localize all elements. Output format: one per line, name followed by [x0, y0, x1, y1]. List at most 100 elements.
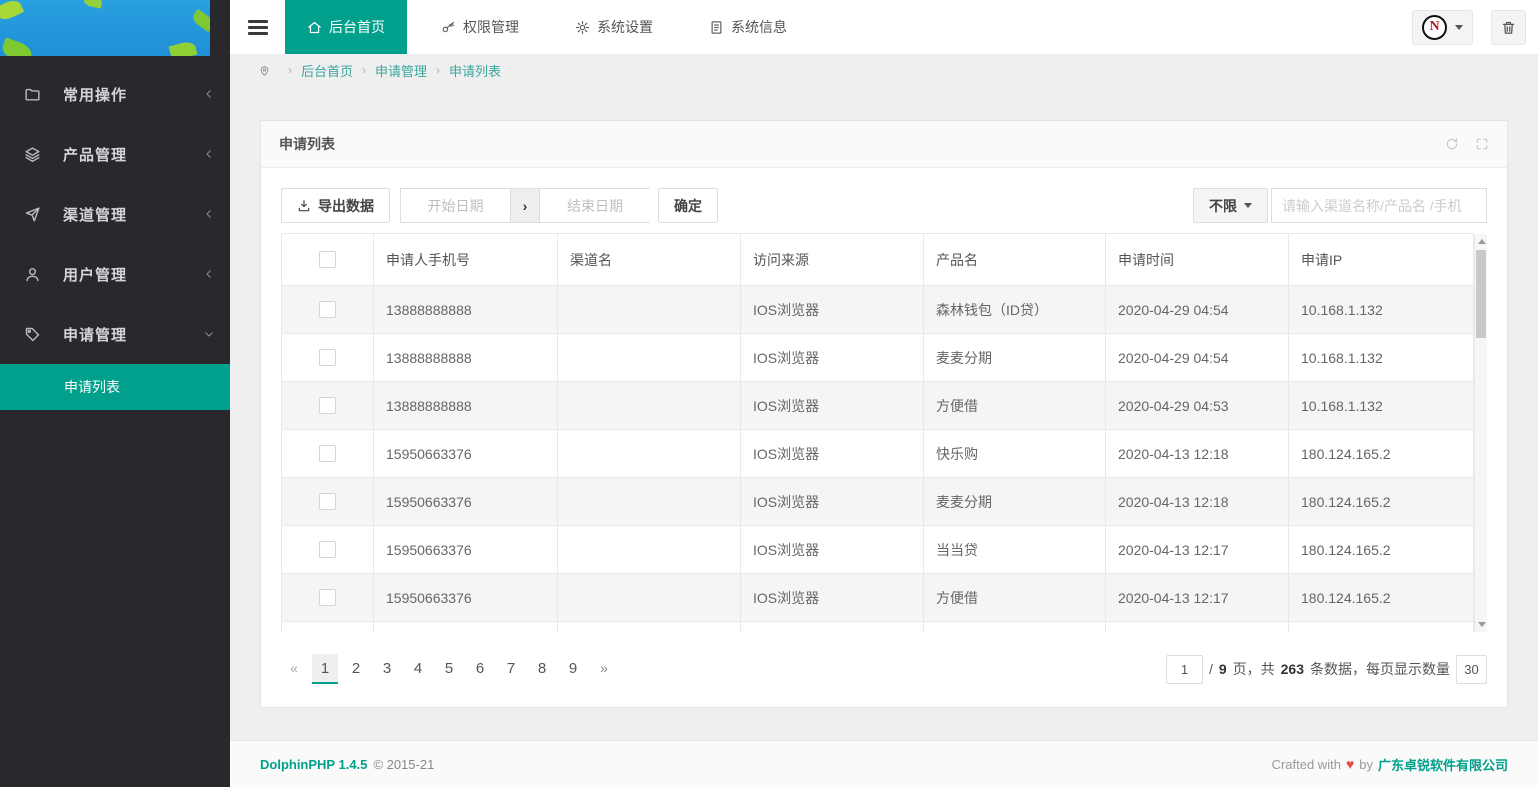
- chevron-down-icon: [1455, 25, 1463, 30]
- chevron-down-icon: [1244, 203, 1252, 208]
- pagination-prev-button[interactable]: «: [281, 654, 307, 684]
- hamburger-icon: [248, 17, 268, 38]
- row-checkbox[interactable]: [319, 397, 336, 414]
- topbar: 后台首页权限管理系统设置系统信息 N: [230, 0, 1538, 55]
- sidebar-item-3[interactable]: 用户管理: [0, 244, 230, 304]
- chevron-left-icon: [203, 268, 215, 280]
- row-checkbox[interactable]: [319, 541, 336, 558]
- topbar-actions: N: [1412, 0, 1538, 54]
- export-data-button[interactable]: 导出数据: [281, 188, 390, 223]
- pagination-page-2[interactable]: 2: [343, 654, 369, 684]
- table-cell: 2020-04-13 12:18: [1106, 478, 1289, 526]
- column-header: 申请时间: [1106, 234, 1289, 286]
- data-table-container: 申请人手机号渠道名访问来源产品名申请时间申请IP 13888888888IOS浏…: [281, 233, 1487, 633]
- pagination-page-8[interactable]: 8: [529, 654, 555, 684]
- select-all-checkbox[interactable]: [319, 251, 336, 268]
- sidebar-toggle-button[interactable]: [230, 0, 285, 54]
- tab-0[interactable]: 后台首页: [285, 0, 407, 54]
- pagination-page-3[interactable]: 3: [374, 654, 400, 684]
- pagination-info: / 9 页，共 263 条数据，每页显示数量: [1166, 655, 1487, 684]
- footer-brand[interactable]: DolphinPHP 1.4.5: [260, 757, 367, 772]
- confirm-button[interactable]: 确定: [658, 188, 718, 223]
- table-cell: [558, 574, 741, 622]
- table-cell: 10.168.1.132: [1289, 286, 1474, 334]
- folder-icon: [24, 86, 41, 103]
- row-checkbox[interactable]: [319, 301, 336, 318]
- row-checkbox[interactable]: [319, 349, 336, 366]
- sidebar-item-4[interactable]: 申请管理: [0, 304, 230, 364]
- user-menu-button[interactable]: N: [1412, 10, 1473, 45]
- pagination-page-9[interactable]: 9: [560, 654, 586, 684]
- table-cell: [558, 286, 741, 334]
- tab-2[interactable]: 系统设置: [553, 0, 675, 54]
- row-checkbox[interactable]: [319, 493, 336, 510]
- table-row-2: 13888888888IOS浏览器方便借2020-04-29 04:5310.1…: [282, 382, 1474, 430]
- filter-dropdown-button[interactable]: 不限: [1193, 188, 1268, 223]
- table-cell: 2020-04-13 12:17: [1106, 526, 1289, 574]
- search-input[interactable]: [1271, 188, 1487, 223]
- breadcrumb-link-0[interactable]: 后台首页: [301, 61, 353, 80]
- row-checkbox[interactable]: [319, 445, 336, 462]
- table-scrollbar[interactable]: [1474, 234, 1487, 632]
- table-cell: [558, 526, 741, 574]
- sidebar-item-2[interactable]: 渠道管理: [0, 184, 230, 244]
- table-cell: 180.124.165.2: [1289, 478, 1474, 526]
- chevron-left-icon: [203, 148, 215, 160]
- footer-copyright: © 2015-21: [373, 757, 434, 772]
- pages-label: 页，共: [1233, 659, 1275, 679]
- table-cell: 15950663376: [374, 478, 558, 526]
- end-date-input[interactable]: [540, 188, 650, 223]
- row-checkbox[interactable]: [319, 589, 336, 606]
- sidebar-item-1[interactable]: 产品管理: [0, 124, 230, 184]
- table-cell: 15950663376: [374, 430, 558, 478]
- leaf-decoration: [0, 37, 34, 56]
- start-date-input[interactable]: [400, 188, 510, 223]
- refresh-icon[interactable]: [1445, 137, 1459, 151]
- table-cell: 2020-04-29 04:54: [1106, 286, 1289, 334]
- pagination-page-5[interactable]: 5: [436, 654, 462, 684]
- table-body: 13888888888IOS浏览器森林钱包（ID贷）2020-04-29 04:…: [282, 286, 1474, 634]
- clear-cache-button[interactable]: [1491, 10, 1526, 45]
- table-cell: IOS浏览器: [741, 286, 924, 334]
- sidebar-subitem-4-0[interactable]: 申请列表: [0, 364, 230, 410]
- breadcrumb-separator: ›: [436, 63, 440, 77]
- fullscreen-icon[interactable]: [1475, 137, 1489, 151]
- panel-tools: [1445, 137, 1489, 151]
- page-number-input[interactable]: [1166, 655, 1203, 684]
- breadcrumb-link-2[interactable]: 申请列表: [449, 61, 501, 80]
- table-cell: [558, 334, 741, 382]
- leaf-decoration: [169, 40, 198, 56]
- pagination-page-1[interactable]: 1: [312, 654, 338, 684]
- sidebar-item-0[interactable]: 常用操作: [0, 64, 230, 124]
- footer-company[interactable]: 广东卓锐软件有限公司: [1378, 755, 1508, 774]
- total-records: 263: [1281, 661, 1304, 677]
- pagination-page-6[interactable]: 6: [467, 654, 493, 684]
- panel-header: 申请列表: [261, 121, 1507, 168]
- pagination-page-7[interactable]: 7: [498, 654, 524, 684]
- tab-3[interactable]: 系统信息: [687, 0, 809, 54]
- tag-icon: [24, 326, 41, 343]
- file-icon: [709, 20, 724, 35]
- scroll-down-arrow-icon[interactable]: [1478, 622, 1486, 627]
- scrollbar-thumb[interactable]: [1476, 250, 1486, 338]
- pagination-page-4[interactable]: 4: [405, 654, 431, 684]
- column-header: 渠道名: [558, 234, 741, 286]
- page-size-input[interactable]: [1456, 655, 1487, 684]
- toolbar: 导出数据 › 确定 不限: [281, 188, 1487, 223]
- pagination-next-button[interactable]: »: [591, 654, 617, 684]
- table-row-5: 15950663376IOS浏览器当当贷2020-04-13 12:17180.…: [282, 526, 1474, 574]
- tab-1[interactable]: 权限管理: [419, 0, 541, 54]
- breadcrumb-link-1[interactable]: 申请管理: [375, 61, 427, 80]
- breadcrumb-separator: ›: [362, 63, 366, 77]
- table-cell: 13888888888: [374, 334, 558, 382]
- scroll-up-arrow-icon[interactable]: [1478, 239, 1486, 244]
- table-row-3: 15950663376IOS浏览器快乐购2020-04-13 12:18180.…: [282, 430, 1474, 478]
- table-cell: 13888888888: [374, 286, 558, 334]
- data-table: 申请人手机号渠道名访问来源产品名申请时间申请IP 13888888888IOS浏…: [281, 233, 1474, 633]
- layers-icon: [24, 146, 41, 163]
- date-range-separator: ›: [510, 188, 540, 223]
- heart-icon: ♥: [1346, 756, 1354, 772]
- app-logo[interactable]: [0, 0, 210, 56]
- table-cell: IOS浏览器: [741, 334, 924, 382]
- table-cell: [558, 478, 741, 526]
